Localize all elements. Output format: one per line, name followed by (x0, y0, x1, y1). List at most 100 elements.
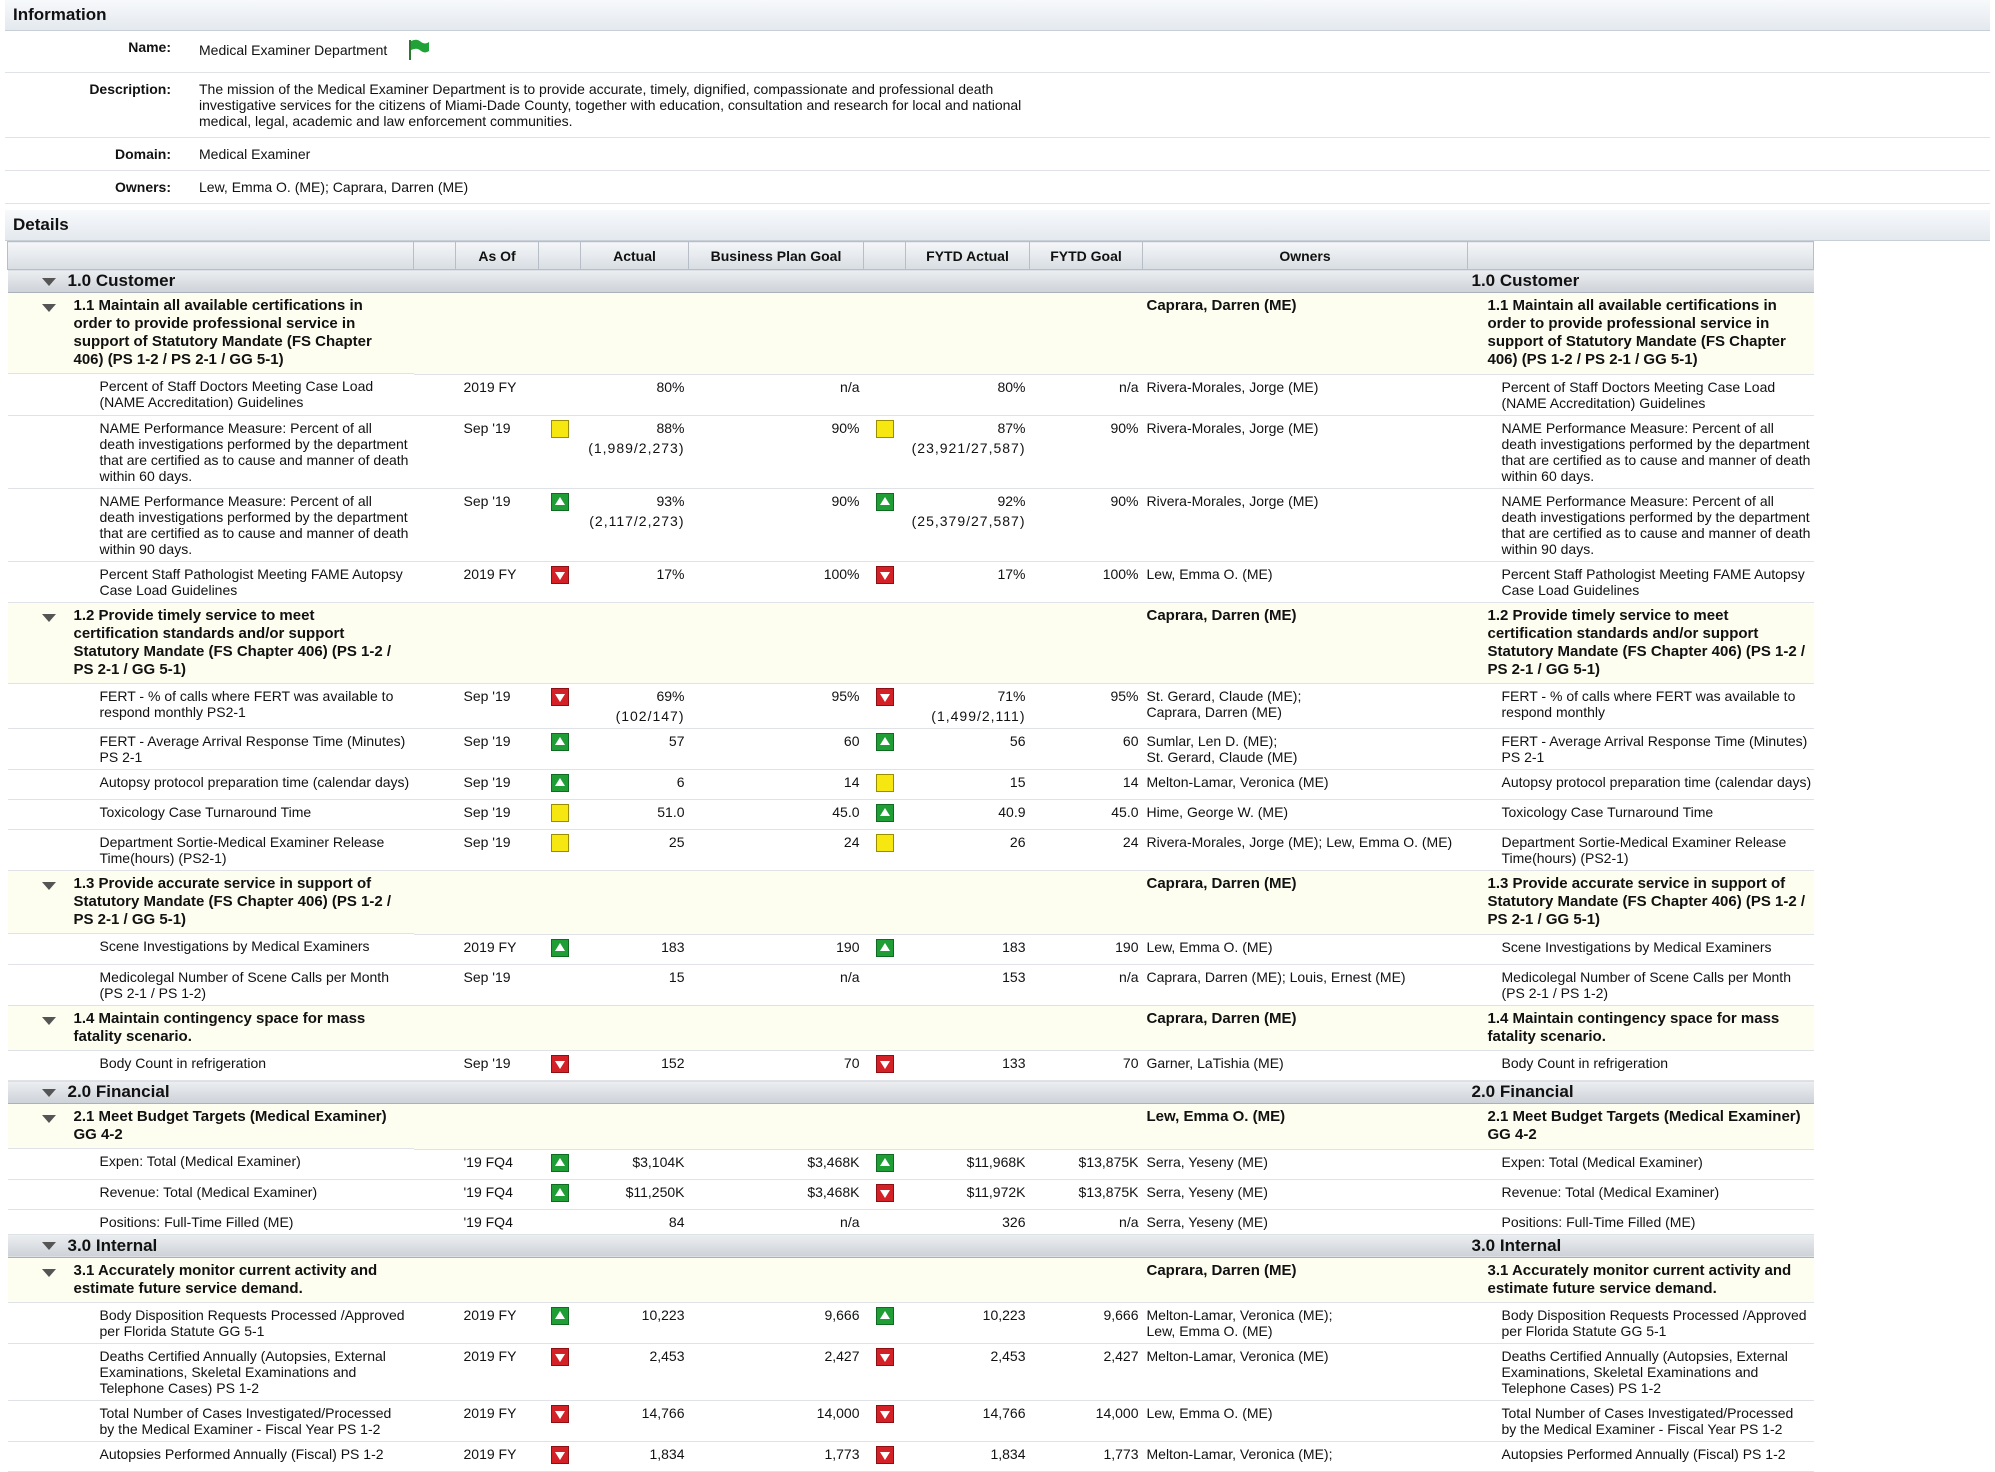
objective-owner: Caprara, Darren (ME) (1146, 875, 1297, 892)
actual-value: 25 (668, 834, 685, 850)
as-of-value: 2019 FY (463, 565, 517, 582)
fytd-goal-value: 14 (1122, 774, 1139, 790)
collapse-toggle-icon[interactable] (41, 1088, 56, 1097)
measure-name[interactable]: Autopsy protocol preparation time (calen… (100, 774, 410, 790)
measure-row[interactable]: Expen: Total (Medical Examiner) '19 FQ4 $3… (7, 1149, 1814, 1180)
fytd-goal-value: 2,427 (1103, 1348, 1139, 1364)
fytd-actual-value: $11,968K (966, 1153, 1026, 1170)
collapse-toggle-icon[interactable] (41, 1268, 56, 1277)
measure-name[interactable]: Deaths Certified Annually (Autopsies, Ex… (100, 1348, 410, 1396)
fytd-actual-value: 10,223 (982, 1307, 1026, 1323)
column-header-actual[interactable]: Actual (580, 241, 689, 270)
measure-row[interactable]: Medicolegal Number of Scene Calls per Mo… (7, 964, 1814, 1006)
objective-row[interactable]: 3.1 Accurately monitor current activity … (7, 1257, 1814, 1303)
measure-row[interactable]: Autopsy protocol preparation time (calen… (7, 769, 1814, 800)
business-plan-goal-value: 100% (823, 565, 860, 582)
collapse-toggle-icon[interactable] (41, 882, 56, 890)
measure-row[interactable]: Body Count in refrigeration Sep '19 152 70 1… (7, 1050, 1814, 1081)
column-header-name[interactable] (7, 241, 414, 270)
fytd-actual-value: 14,766 (982, 1405, 1026, 1421)
measure-owners: Lew, Emma O. (ME) (1146, 938, 1273, 955)
objective-name[interactable]: 1.4 Maintain contingency space for mass … (74, 1010, 394, 1046)
measure-name[interactable]: Percent of Staff Doctors Meeting Case Lo… (100, 378, 410, 410)
measure-name[interactable]: Percent Staff Pathologist Meeting FAME A… (100, 566, 410, 598)
column-header-business-plan-goal[interactable]: Business Plan Goal (688, 241, 864, 270)
measure-name[interactable]: Toxicology Case Turnaround Time (100, 804, 410, 820)
measure-row[interactable]: Percent Staff Pathologist Meeting FAME A… (7, 561, 1814, 603)
objective-name[interactable]: 1.3 Provide accurate service in support … (74, 875, 394, 929)
objective-row[interactable]: 1.3 Provide accurate service in support … (7, 870, 1814, 935)
objective-row[interactable]: 1.1 Maintain all available certification… (7, 292, 1814, 375)
business-plan-goal-value: 14,000 (816, 1405, 860, 1421)
measure-description: Total Number of Cases Investigated/Proce… (1501, 1405, 1794, 1437)
collapse-toggle-icon[interactable] (41, 1016, 56, 1025)
measure-row[interactable]: NAME Performance Measure: Percent of all… (7, 488, 1814, 562)
objective-name[interactable]: 3.1 Accurately monitor current activity … (74, 1262, 394, 1298)
collapse-toggle-icon[interactable] (41, 304, 56, 312)
measure-name[interactable]: FERT - Average Arrival Response Time (Mi… (100, 733, 410, 765)
as-of-value: '19 FQ4 (463, 1213, 513, 1230)
measure-row[interactable]: Toxicology Case Turnaround Time Sep '19 51… (7, 799, 1814, 830)
column-header-fytd-actual[interactable]: FYTD Actual (905, 241, 1030, 270)
measure-row[interactable]: Revenue: Total (Medical Examiner) '19 FQ4… (7, 1179, 1814, 1210)
yellow-status-icon (875, 419, 894, 438)
as-of-value: 2019 FY (463, 1405, 517, 1421)
perspective-row[interactable]: 3.0 Internal 3.0 Internal (7, 1234, 1814, 1258)
column-header-as-of[interactable]: As Of (455, 241, 539, 270)
measure-name[interactable]: Expen: Total (Medical Examiner) (100, 1153, 410, 1169)
column-header-owners[interactable]: Owners (1142, 241, 1468, 270)
fytd-goal-value: 14,000 (1095, 1405, 1139, 1421)
collapse-toggle-icon[interactable] (41, 613, 56, 622)
perspective-row[interactable]: 1.0 Customer 1.0 Customer (7, 269, 1814, 293)
measure-name[interactable]: Body Count in refrigeration (100, 1055, 410, 1071)
measure-name[interactable]: Revenue: Total (Medical Examiner) (100, 1184, 410, 1200)
column-header-fytd-goal[interactable]: FYTD Goal (1029, 241, 1143, 270)
measure-name[interactable]: Medicolegal Number of Scene Calls per Mo… (100, 969, 410, 1001)
measure-row[interactable]: Deaths Certified Annually (Autopsies, Ex… (7, 1343, 1814, 1401)
fytd-actual-value: 153 (1002, 968, 1026, 985)
description-row: Description: The mission of the Medical … (5, 73, 1990, 138)
collapse-toggle-icon[interactable] (41, 1115, 56, 1123)
measure-row[interactable]: Autopsies Performed Annually (Fiscal) PS… (7, 1441, 1814, 1472)
objective-row[interactable]: 1.2 Provide timely service to meet certi… (7, 602, 1814, 684)
yellow-status-icon (875, 834, 894, 852)
objective-name[interactable]: 2.1 Meet Budget Targets (Medical Examine… (74, 1108, 394, 1144)
measure-row[interactable]: FERT - % of calls where FERT was availab… (7, 683, 1814, 729)
red-status-icon (875, 1405, 894, 1423)
objective-name-right: 3.1 Accurately monitor current activity … (1487, 1261, 1792, 1297)
measure-row[interactable]: NAME Performance Measure: Percent of all… (7, 415, 1814, 489)
yellow-status-icon (550, 804, 569, 822)
measure-name[interactable]: NAME Performance Measure: Percent of all… (100, 493, 410, 557)
perspective-name-right: 3.0 Internal (1471, 1235, 1562, 1255)
measure-owners: Rivera-Morales, Jorge (ME) (1146, 419, 1319, 436)
measure-row[interactable]: Body Disposition Requests Processed /App… (7, 1302, 1814, 1344)
fytd-actual-value: 183 (1002, 938, 1026, 955)
collapse-toggle-icon[interactable] (41, 277, 56, 286)
measure-row[interactable]: Positions: Full-Time Filled (ME) '19 FQ4 8… (7, 1209, 1814, 1235)
objective-row[interactable]: 1.4 Maintain contingency space for mass … (7, 1005, 1814, 1051)
objective-name[interactable]: 1.2 Provide timely service to meet certi… (74, 607, 394, 679)
objective-name[interactable]: 1.1 Maintain all available certification… (74, 297, 394, 369)
measure-name[interactable]: FERT - % of calls where FERT was availab… (100, 688, 410, 720)
measure-name[interactable]: Body Disposition Requests Processed /App… (100, 1307, 410, 1339)
perspective-row[interactable]: 2.0 Financial 2.0 Financial (7, 1080, 1814, 1104)
as-of-value: 2019 FY (463, 1348, 517, 1364)
measure-row[interactable]: FERT - Average Arrival Response Time (Mi… (7, 728, 1814, 770)
as-of-value: 2019 FY (463, 1307, 517, 1323)
business-plan-goal-value: 90% (831, 492, 860, 509)
measure-name[interactable]: Positions: Full-Time Filled (ME) (100, 1214, 410, 1230)
measure-name[interactable]: Total Number of Cases Investigated/Proce… (100, 1405, 410, 1437)
measure-row[interactable]: Department Sortie-Medical Examiner Relea… (7, 829, 1814, 871)
collapse-toggle-icon[interactable] (41, 1242, 56, 1251)
measure-row[interactable]: Percent of Staff Doctors Meeting Case Lo… (7, 374, 1814, 416)
measure-name[interactable]: NAME Performance Measure: Percent of all… (100, 420, 410, 484)
measure-name[interactable]: Autopsies Performed Annually (Fiscal) PS… (100, 1446, 410, 1462)
measure-row[interactable]: Scene Investigations by Medical Examiner… (7, 934, 1814, 965)
measure-description: Body Count in refrigeration (1501, 1055, 1669, 1071)
measure-name[interactable]: Scene Investigations by Medical Examiner… (100, 938, 410, 954)
measure-row[interactable]: Total Number of Cases Investigated/Proce… (7, 1400, 1814, 1442)
measure-name[interactable]: Department Sortie-Medical Examiner Relea… (100, 834, 410, 866)
owners-row: Owners: Lew, Emma O. (ME); Caprara, Darr… (5, 171, 1990, 204)
objective-row[interactable]: 2.1 Meet Budget Targets (Medical Examine… (7, 1103, 1814, 1150)
objective-name-right: 1.1 Maintain all available certification… (1487, 297, 1786, 368)
